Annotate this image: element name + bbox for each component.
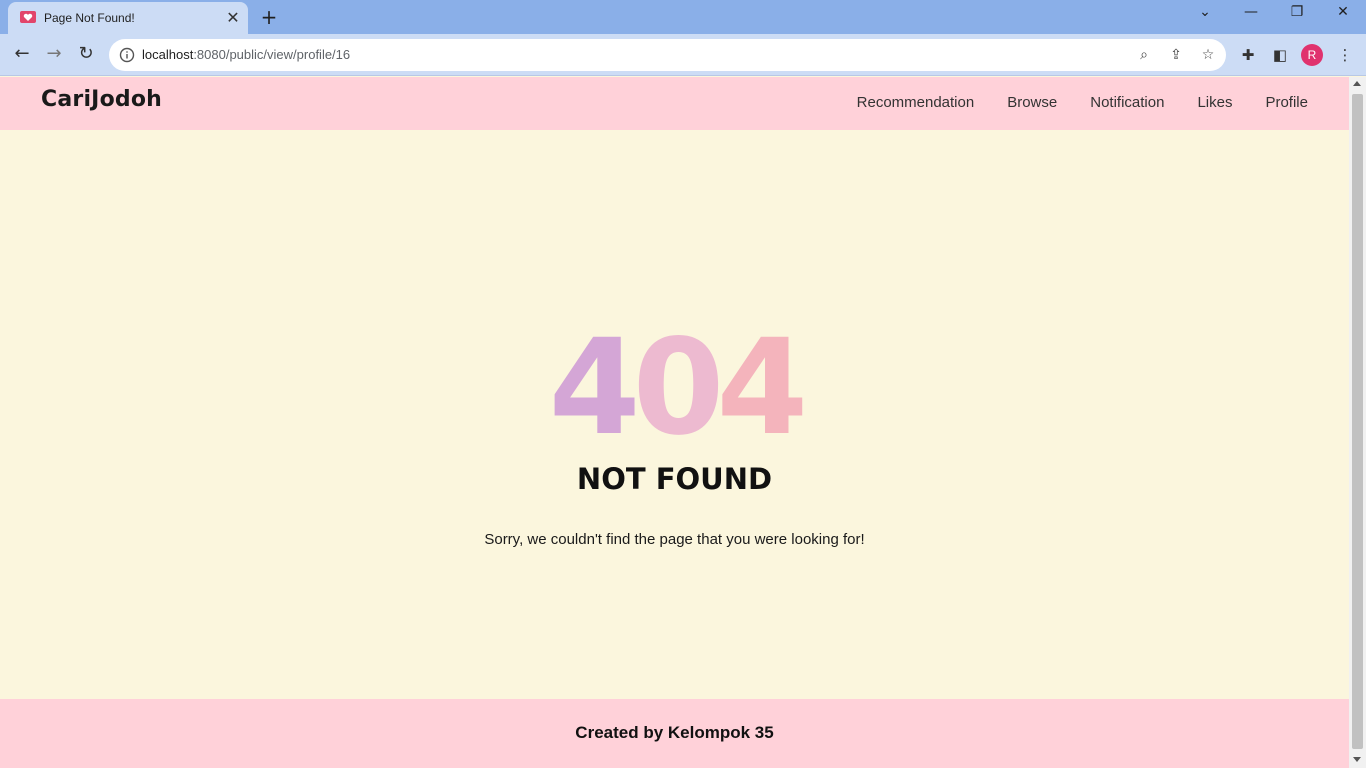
scroll-thumb[interactable]	[1352, 94, 1363, 749]
extensions-icon[interactable]: ✚	[1238, 45, 1258, 65]
site-logo[interactable]: CariJodoh	[41, 87, 162, 112]
reload-icon[interactable]: ↻	[74, 43, 98, 67]
error-message: Sorry, we couldn't find the page that yo…	[484, 531, 865, 548]
main-content: 404 NOT FOUND Sorry, we couldn't find th…	[0, 130, 1349, 699]
url-host: localhost	[142, 47, 194, 62]
page-scrollbar[interactable]	[1349, 77, 1366, 768]
zoom-icon[interactable]: ⌕	[1134, 45, 1154, 65]
nav-profile[interactable]: Profile	[1265, 94, 1308, 111]
page-viewport: CariJodoh Recommendation Browse Notifica…	[0, 77, 1349, 768]
heart-favicon-icon	[20, 11, 36, 23]
page-title: NOT FOUND	[576, 462, 773, 496]
nav-likes[interactable]: Likes	[1197, 94, 1232, 111]
address-bar[interactable]: localhost:8080/public/view/profile/16 ⌕ …	[109, 39, 1226, 71]
info-icon[interactable]	[119, 47, 135, 63]
footer-credit: Created by Kelompok 35	[575, 723, 774, 742]
site-footer: Created by Kelompok 35	[0, 699, 1349, 768]
avatar[interactable]: R	[1301, 44, 1323, 66]
browser-tabbar: Page Not Found! ✕ + ⌄ — ❐ ✕	[0, 0, 1366, 34]
nav-browse[interactable]: Browse	[1007, 94, 1057, 111]
url-text[interactable]: localhost:8080/public/view/profile/16	[142, 47, 350, 62]
star-icon[interactable]: ☆	[1198, 45, 1218, 65]
restore-icon[interactable]: ❐	[1284, 4, 1310, 26]
browser-toolbar: ← → ↻ localhost:8080/public/view/profile…	[0, 34, 1366, 76]
nav-notification[interactable]: Notification	[1090, 94, 1164, 111]
minimize-icon[interactable]: —	[1238, 4, 1264, 26]
error-code-digit: 4	[716, 311, 808, 465]
menu-icon[interactable]: ⋮	[1335, 45, 1355, 65]
sidepanel-icon[interactable]: ◧	[1270, 45, 1290, 65]
scroll-down-icon[interactable]	[1353, 757, 1361, 762]
tab-title: Page Not Found!	[44, 11, 135, 25]
error-code-digit: 4	[548, 311, 641, 465]
browser-tab[interactable]: Page Not Found! ✕	[8, 2, 248, 34]
main-nav: Recommendation Browse Notification Likes…	[857, 94, 1308, 111]
url-path: :8080/public/view/profile/16	[193, 47, 351, 62]
error-code-digit: 0	[632, 311, 725, 465]
nav-recommendation[interactable]: Recommendation	[857, 94, 975, 111]
error-code: 404	[0, 322, 1349, 454]
back-icon[interactable]: ←	[10, 43, 34, 67]
forward-icon[interactable]: →	[42, 43, 66, 67]
scroll-up-icon[interactable]	[1353, 81, 1361, 86]
tab-search-icon[interactable]: ⌄	[1192, 4, 1218, 26]
share-icon[interactable]: ⇪	[1166, 45, 1186, 65]
new-tab-button[interactable]: +	[258, 6, 280, 28]
site-header: CariJodoh Recommendation Browse Notifica…	[0, 77, 1349, 130]
window-close-icon[interactable]: ✕	[1330, 4, 1356, 26]
tab-close-icon[interactable]: ✕	[224, 9, 242, 27]
